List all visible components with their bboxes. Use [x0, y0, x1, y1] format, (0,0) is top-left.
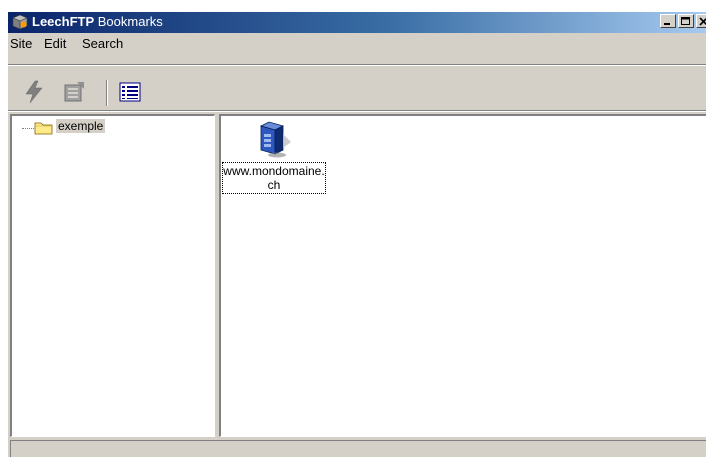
- close-icon: [699, 17, 706, 26]
- minimize-button[interactable]: [660, 14, 676, 28]
- status-bar: [10, 440, 706, 457]
- close-button[interactable]: [696, 14, 706, 28]
- maximize-button[interactable]: [678, 14, 694, 28]
- menu-search[interactable]: Search: [82, 36, 123, 51]
- title-bar[interactable]: LeechFTP Bookmarks: [8, 12, 706, 33]
- menu-edit[interactable]: Edit: [44, 36, 66, 51]
- toolbar-separator: [106, 80, 108, 106]
- window-controls: [660, 14, 706, 28]
- app-icon: [12, 14, 28, 30]
- bookmark-item-label[interactable]: www.mondomaine.ch: [222, 162, 326, 194]
- minimize-icon: [664, 23, 670, 25]
- window-title: LeechFTP Bookmarks: [32, 14, 163, 29]
- toolbar: [8, 74, 706, 110]
- bookmarks-window: LeechFTP Bookmarks Site Edit Search exem…: [8, 12, 706, 457]
- window-name: Bookmarks: [97, 14, 163, 29]
- app-name: LeechFTP: [32, 14, 95, 29]
- menu-separator: [8, 64, 706, 66]
- menu-site[interactable]: Site: [10, 36, 32, 51]
- details-view-icon[interactable]: [118, 80, 142, 104]
- server-icon[interactable]: [255, 120, 295, 160]
- bookmark-list[interactable]: www.mondomaine.ch: [219, 114, 706, 437]
- bookmark-tree[interactable]: exemple: [10, 114, 215, 437]
- menu-bar: Site Edit Search: [8, 34, 706, 54]
- toolbar-separator-line: [8, 110, 706, 112]
- tree-item-exemple[interactable]: exemple: [56, 119, 106, 133]
- maximize-icon: [681, 17, 690, 25]
- folder-icon: [34, 122, 53, 135]
- site-properties-icon[interactable]: [62, 80, 86, 104]
- connect-icon[interactable]: [22, 80, 46, 104]
